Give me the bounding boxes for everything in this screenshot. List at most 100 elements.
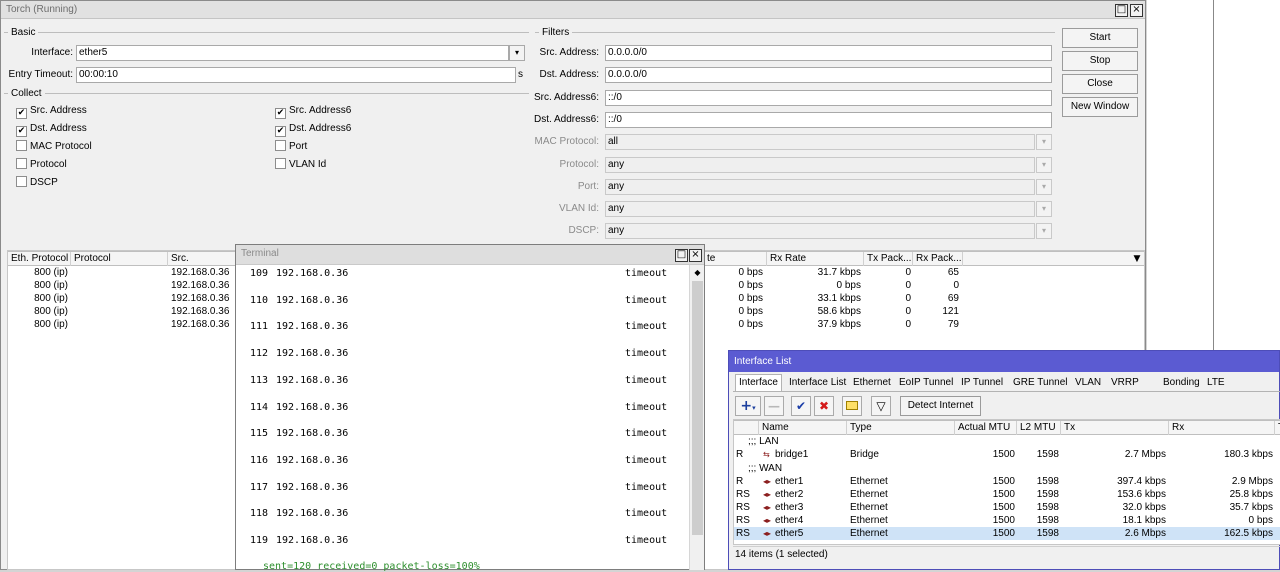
checkbox-box[interactable]: [275, 158, 286, 169]
interface-row[interactable]: RS ◂▸ ether2 Ethernet 1500 1598 153.6 kbps 25.8…: [734, 488, 1280, 501]
checkbox-box[interactable]: [16, 158, 27, 169]
stop-button[interactable]: Stop: [1062, 51, 1138, 71]
column-chooser-icon[interactable]: ▼: [1130, 252, 1144, 266]
filter-input-port[interactable]: any: [605, 178, 1035, 195]
ping-seq: 112: [250, 348, 269, 360]
col-rx-packets[interactable]: Rx Pack...: [913, 252, 963, 266]
cell-rx: 162.5 kbps: [1224, 528, 1273, 539]
interface-row[interactable]: RS ◂▸ ether4 Ethernet 1500 1598 18.1 kbps 0 bps: [734, 514, 1280, 527]
torch-titlebar[interactable]: Torch (Running): [1, 1, 1145, 19]
filter-dropdown-icon[interactable]: ▾: [1036, 201, 1052, 218]
remove-icon[interactable]: —: [764, 396, 784, 416]
maximize-icon[interactable]: □: [1115, 4, 1128, 17]
tab-vlan[interactable]: VLAN: [1071, 374, 1105, 391]
checkbox-box[interactable]: ✔: [16, 108, 27, 119]
filter-icon[interactable]: ▽: [871, 396, 891, 416]
filter-dropdown-icon[interactable]: ▾: [1036, 134, 1052, 151]
cell-rx: 37.9 kbps: [817, 319, 861, 330]
collect-checkbox-src-address6[interactable]: ✔ Src. Address6: [275, 104, 351, 119]
col-t[interactable]: T: [1275, 421, 1280, 435]
terminal-scrollbar[interactable]: ◆: [689, 265, 704, 570]
tab-interface[interactable]: Interface: [735, 374, 782, 391]
interface-select[interactable]: ether5: [76, 45, 509, 61]
checkbox-box[interactable]: ✔: [16, 126, 27, 137]
detect-internet-button[interactable]: Detect Internet: [900, 396, 981, 416]
col-l2-mtu[interactable]: L2 MTU: [1017, 421, 1061, 435]
close-icon[interactable]: ×: [1130, 4, 1143, 17]
tab-eoip-tunnel[interactable]: EoIP Tunnel: [895, 374, 957, 391]
filters-group: Filters: [535, 27, 1055, 38]
disable-icon[interactable]: ✖: [814, 396, 834, 416]
add-icon[interactable]: +▾: [735, 396, 761, 416]
filter-label-dst-address6: Dst. Address6:: [533, 113, 599, 125]
collect-checkbox-mac-protocol[interactable]: MAC Protocol: [16, 140, 92, 154]
iflist-titlebar[interactable]: Interface List: [729, 351, 1279, 372]
checkbox-box[interactable]: [16, 176, 27, 187]
filter-dropdown-icon[interactable]: ▾: [1036, 223, 1052, 240]
comment-icon[interactable]: [842, 396, 862, 416]
ping-status: timeout: [625, 374, 668, 386]
checkbox-box[interactable]: [16, 140, 27, 151]
terminal-close-icon[interactable]: ×: [689, 249, 702, 262]
col-rx[interactable]: Rx: [1169, 421, 1275, 435]
scroll-up-icon[interactable]: ◆: [690, 265, 705, 280]
collect-checkbox-src-address[interactable]: ✔ Src. Address: [16, 104, 87, 119]
collect-checkbox-dscp[interactable]: DSCP: [16, 176, 58, 190]
checkbox-box[interactable]: ✔: [275, 108, 286, 119]
entry-timeout-input[interactable]: 00:00:10: [76, 67, 516, 83]
cell-rxp: 69: [947, 293, 959, 304]
col-tx-packets[interactable]: Tx Pack...: [864, 252, 913, 266]
interface-row[interactable]: RS ◂▸ ether5 Ethernet 1500 1598 2.6 Mbps 162.5 …: [734, 527, 1280, 540]
col-flags[interactable]: [734, 421, 759, 435]
collect-checkbox-dst-address[interactable]: ✔ Dst. Address: [16, 122, 87, 137]
col-src[interactable]: Src.: [168, 252, 238, 266]
filter-dropdown-icon[interactable]: ▾: [1036, 156, 1052, 173]
col-rx-rate[interactable]: Rx Rate: [767, 252, 864, 266]
filters-legend: Filters: [542, 27, 570, 38]
tab-gre-tunnel[interactable]: GRE Tunnel: [1009, 374, 1071, 391]
filter-input-vlan-id[interactable]: any: [605, 201, 1035, 218]
ping-seq: 109: [250, 268, 269, 279]
filter-input-protocol[interactable]: any: [605, 156, 1035, 173]
terminal-titlebar[interactable]: Terminal: [236, 245, 704, 265]
collect-checkbox-protocol[interactable]: Protocol: [16, 158, 67, 172]
terminal-output[interactable]: 109 192.168.0.36 timeout 110 192.168.0.36 tim…: [236, 265, 688, 570]
filter-input-dscp[interactable]: any: [605, 223, 1035, 240]
tab-bonding[interactable]: Bonding: [1159, 374, 1204, 391]
tab-ethernet[interactable]: Ethernet: [849, 374, 895, 391]
col-actual-mtu[interactable]: Actual MTU: [955, 421, 1017, 435]
tab-vrrp[interactable]: VRRP: [1107, 374, 1143, 391]
new-window-button[interactable]: New Window: [1062, 97, 1138, 117]
collect-checkbox-port[interactable]: Port: [275, 140, 307, 154]
col-eth-protocol[interactable]: Eth. Protocol: [8, 252, 71, 266]
filter-input-src-address[interactable]: 0.0.0.0/0: [605, 45, 1052, 61]
tab-ip-tunnel[interactable]: IP Tunnel: [957, 374, 1007, 391]
tab-interface-list[interactable]: Interface List: [785, 374, 850, 391]
checkbox-box[interactable]: [275, 140, 286, 151]
interface-row[interactable]: R ◂▸ ether1 Ethernet 1500 1598 397.4 kbps 2.9 M…: [734, 475, 1280, 488]
col-tx-rate[interactable]: te: [704, 252, 767, 266]
tab-lte[interactable]: LTE: [1203, 374, 1229, 391]
enable-icon[interactable]: ✔: [791, 396, 811, 416]
cell-proto: [74, 266, 164, 279]
start-button[interactable]: Start: [1062, 28, 1138, 48]
filter-input-mac-protocol[interactable]: all: [605, 134, 1035, 151]
col-type[interactable]: Type: [847, 421, 955, 435]
col-protocol[interactable]: Protocol: [71, 252, 168, 266]
filter-input-dst-address6[interactable]: ::/0: [605, 111, 1052, 128]
cell-src: 192.168.0.36: [171, 267, 230, 278]
scrollbar-thumb[interactable]: [692, 281, 703, 535]
filter-dropdown-icon[interactable]: ▾: [1036, 178, 1052, 195]
filter-input-src-address6[interactable]: ::/0: [605, 89, 1052, 106]
collect-checkbox-dst-address6[interactable]: ✔ Dst. Address6: [275, 122, 351, 137]
interface-row[interactable]: RS ◂▸ ether3 Ethernet 1500 1598 32.0 kbps 35.7 …: [734, 501, 1280, 514]
cell-name: ether5: [775, 528, 804, 539]
interface-row[interactable]: R ⇆ bridge1 Bridge 1500 1598 2.7 Mbps 180.3 kbp…: [734, 448, 1280, 461]
col-name[interactable]: Name: [759, 421, 847, 435]
col-tx[interactable]: Tx: [1061, 421, 1169, 435]
close-button[interactable]: Close: [1062, 74, 1138, 94]
terminal-maximize-icon[interactable]: □: [675, 249, 688, 262]
filter-input-dst-address[interactable]: 0.0.0.0/0: [605, 67, 1052, 84]
collect-checkbox-vlan-id[interactable]: VLAN Id: [275, 158, 326, 172]
checkbox-box[interactable]: ✔: [275, 126, 286, 137]
